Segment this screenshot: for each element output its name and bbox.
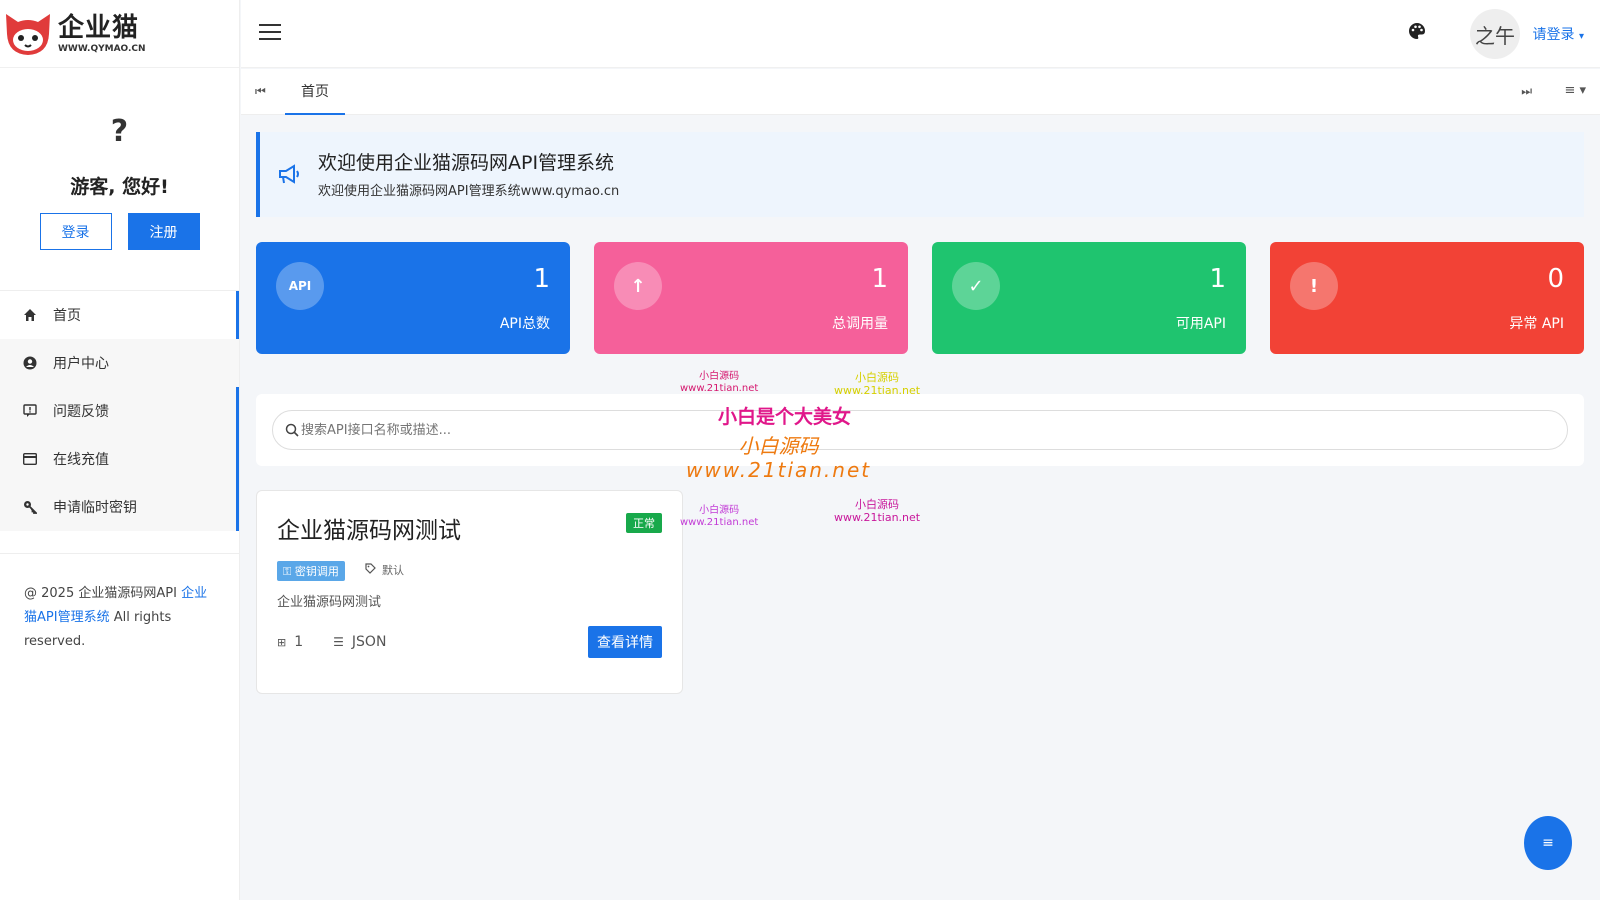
stat-value: 1 bbox=[533, 264, 550, 294]
status-badge: 正常 bbox=[626, 513, 662, 533]
tab-bar: ⏮ 首页 ⏭ ≡ ▾ bbox=[241, 69, 1600, 115]
category: 默认 bbox=[365, 562, 404, 578]
key-icon bbox=[22, 499, 38, 515]
notice-title: 欢迎使用企业猫源码网API管理系统 bbox=[318, 152, 615, 174]
stat-value: 0 bbox=[1547, 264, 1564, 294]
calls-icon: ⊞ bbox=[277, 635, 287, 649]
sidebar-item-label: 问题反馈 bbox=[53, 404, 109, 420]
watermark-text: 小白源码 bbox=[855, 371, 900, 384]
top-header: 之午 请登录 ▾ bbox=[241, 0, 1600, 68]
search-input[interactable] bbox=[301, 411, 1551, 449]
stat-card-total-calls: ↑ 1 总调用量 bbox=[594, 242, 908, 354]
stat-label: 总调用量 bbox=[832, 316, 888, 332]
search-icon bbox=[285, 422, 301, 438]
tab-scroll-right-icon[interactable]: ⏭ bbox=[1521, 84, 1532, 99]
footer-prefix: @ 2025 企业猫源码网API bbox=[24, 586, 182, 601]
calls-count: 1 bbox=[294, 634, 304, 650]
sidebar-item-label: 申请临时密钥 bbox=[53, 500, 137, 516]
sidebar-footer: @ 2025 企业猫源码网API 企业猫API管理系统 All rights r… bbox=[0, 553, 239, 654]
feedback-icon bbox=[22, 403, 38, 419]
register-button[interactable]: 注册 bbox=[127, 213, 200, 250]
search-box bbox=[272, 410, 1568, 450]
format-label: JSON bbox=[351, 634, 387, 650]
api-icon: API bbox=[276, 262, 324, 310]
api-title: 企业猫源码网测试 bbox=[277, 518, 461, 544]
sidebar-item-recharge[interactable]: 在线充值 bbox=[0, 435, 239, 483]
sidebar-nav: 首页 用户中心 问题反馈 在线充值 申请临时密钥 bbox=[0, 290, 239, 531]
list-icon: ☰ bbox=[333, 635, 344, 649]
api-description: 企业猫源码网测试 bbox=[277, 595, 382, 610]
logo-url: WWW.QYMAO.CN bbox=[58, 43, 146, 54]
sidebar-item-feedback[interactable]: 问题反馈 bbox=[0, 387, 239, 435]
user-panel: ? 游客, 您好! 登录 注册 bbox=[0, 68, 239, 290]
floating-menu-button[interactable]: ≡ bbox=[1524, 816, 1572, 870]
notice-subtitle: 欢迎使用企业猫源码网API管理系统www.qymao.cn bbox=[318, 184, 620, 199]
watermark-small: 小白源码 www.21tian.net bbox=[680, 371, 758, 395]
watermark-text: 小白源码 bbox=[699, 371, 740, 382]
menu-toggle-icon[interactable] bbox=[259, 24, 281, 42]
user-icon bbox=[22, 355, 38, 371]
tag-icon bbox=[365, 563, 376, 577]
sidebar-item-label: 用户中心 bbox=[53, 356, 109, 372]
stat-label: 可用API bbox=[1175, 316, 1226, 332]
arrow-up-icon: ↑ bbox=[614, 262, 662, 310]
tab-home[interactable]: 首页 bbox=[285, 69, 345, 115]
auth-tag: ⚿ 密钥调用 bbox=[277, 561, 345, 581]
sidebar-item-user-center[interactable]: 用户中心 bbox=[0, 339, 239, 387]
stat-value: 1 bbox=[1209, 264, 1226, 294]
category-label: 默认 bbox=[382, 564, 404, 577]
sidebar-item-temp-key[interactable]: 申请临时密钥 bbox=[0, 483, 239, 531]
header-login-link[interactable]: 请登录 ▾ bbox=[1533, 24, 1584, 44]
megaphone-icon bbox=[278, 164, 300, 184]
watermark-text: 小白源码 bbox=[699, 505, 740, 516]
logo[interactable]: 企业猫 WWW.QYMAO.CN bbox=[0, 0, 239, 68]
watermark-text: 小白源码 bbox=[855, 498, 900, 511]
tab-scroll-left-icon[interactable]: ⏮ bbox=[255, 84, 266, 99]
welcome-notice: 欢迎使用企业猫源码网API管理系统 欢迎使用企业猫源码网API管理系统www.q… bbox=[256, 132, 1584, 217]
auth-tag-label: 密钥调用 bbox=[294, 565, 339, 578]
watermark-small: 小白源码 www.21tian.net bbox=[680, 505, 758, 529]
check-circle-icon: ✓ bbox=[952, 262, 1000, 310]
logo-name: 企业猫 bbox=[58, 12, 140, 43]
sidebar-item-label: 在线充值 bbox=[53, 452, 109, 468]
stat-value: 1 bbox=[871, 264, 888, 294]
palette-icon[interactable] bbox=[1408, 22, 1426, 40]
watermark-url: www.21tian.net bbox=[834, 511, 921, 524]
stat-label: API总数 bbox=[499, 316, 550, 332]
api-card: 企业猫源码网测试 正常 ⚿ 密钥调用 默认 企业猫源码网测试 ⊞ 1 ☰ JSO… bbox=[256, 490, 683, 694]
api-meta: ⊞ 1 ☰ JSON bbox=[277, 634, 386, 650]
caret-down-icon: ▾ bbox=[1578, 31, 1584, 42]
tab-menu-icon[interactable]: ≡ ▾ bbox=[1564, 83, 1586, 98]
user-greeting: 游客, 您好! bbox=[70, 176, 169, 198]
header-avatar[interactable]: 之午 bbox=[1470, 9, 1520, 59]
card-icon bbox=[22, 451, 38, 467]
search-card bbox=[256, 394, 1584, 466]
login-button[interactable]: 登录 bbox=[39, 213, 112, 250]
cat-logo-icon bbox=[2, 10, 54, 58]
header-login-label: 请登录 bbox=[1532, 27, 1575, 43]
stat-card-abnormal-api: ! 0 异常 API bbox=[1270, 242, 1584, 354]
home-icon bbox=[22, 307, 38, 323]
alert-circle-icon: ! bbox=[1290, 262, 1338, 310]
watermark-small: 小白源码 www.21tian.net bbox=[834, 498, 920, 524]
user-avatar: ? bbox=[110, 114, 129, 149]
stat-label: 异常 API bbox=[1509, 316, 1564, 332]
key-icon: ⚿ bbox=[283, 565, 295, 578]
view-details-button[interactable]: 查看详情 bbox=[588, 626, 662, 658]
watermark-url: www.21tian.net bbox=[680, 517, 759, 528]
stat-card-available-api: ✓ 1 可用API bbox=[932, 242, 1246, 354]
sidebar-item-label: 首页 bbox=[53, 308, 81, 324]
stat-card-api-total: API 1 API总数 bbox=[256, 242, 570, 354]
sidebar-item-home[interactable]: 首页 bbox=[0, 291, 239, 339]
sidebar: 企业猫 WWW.QYMAO.CN ? 游客, 您好! 登录 注册 首页 用户中心 bbox=[0, 0, 240, 900]
